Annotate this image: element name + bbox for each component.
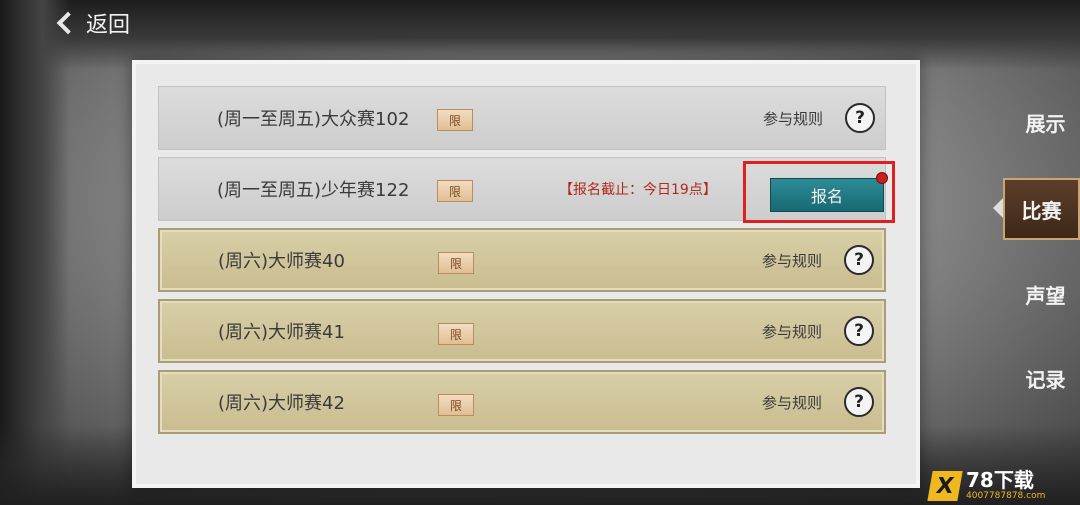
limit-badge: 限 — [437, 109, 473, 131]
competition-list-panel: (周一至周五)大众赛102 限 参与规则 ? (周一至周五)少年赛122 限 【… — [136, 64, 916, 484]
signup-deadline: 【报名截止：今日19点】 — [559, 182, 717, 198]
question-circle-icon[interactable]: ? — [844, 387, 874, 417]
tab-label: 记录 — [1025, 367, 1066, 392]
competition-title: (周六)大师赛40 — [218, 251, 345, 272]
ink-wash-top — [0, 0, 1080, 70]
side-tab-bar: 展示 比赛 声望 记录 — [993, 82, 1080, 442]
tab-showcase[interactable]: 展示 — [1011, 96, 1080, 148]
competition-title: (周一至周五)少年赛122 — [217, 180, 410, 201]
active-tab-arrow-icon — [993, 198, 1003, 218]
watermark-logo-icon: X — [927, 470, 963, 501]
competition-row: (周六)大师赛41 限 参与规则 ? — [158, 299, 886, 363]
tab-label: 展示 — [1025, 111, 1066, 136]
competition-row: (周一至周五)大众赛102 限 参与规则 ? — [158, 86, 886, 150]
question-circle-icon[interactable]: ? — [844, 316, 874, 346]
rules-link[interactable]: 参与规则 — [763, 108, 823, 129]
site-watermark: X 78下载 4007787878.com — [927, 466, 1080, 505]
competition-title: (周一至周五)大众赛102 — [217, 109, 410, 130]
signup-button[interactable]: 报名 — [770, 178, 884, 212]
signup-highlight: 报名 — [743, 161, 895, 223]
limit-badge: 限 — [438, 394, 474, 416]
rules-link[interactable]: 参与规则 — [762, 392, 822, 413]
tab-records[interactable]: 记录 — [1011, 352, 1080, 404]
red-dot-icon — [876, 172, 888, 184]
competition-row: (周六)大师赛40 限 参与规则 ? — [158, 228, 886, 292]
back-button[interactable]: 返回 — [56, 6, 131, 40]
limit-badge: 限 — [438, 252, 474, 274]
watermark-subtitle: 4007787878.com — [966, 490, 1046, 501]
competition-title: (周六)大师赛41 — [218, 322, 345, 343]
limit-badge: 限 — [437, 180, 473, 202]
watermark-title: 78下载 — [966, 467, 1034, 492]
rules-link[interactable]: 参与规则 — [762, 321, 822, 342]
tab-reputation[interactable]: 声望 — [1011, 268, 1080, 320]
limit-badge: 限 — [438, 323, 474, 345]
competition-title: (周六)大师赛42 — [218, 393, 345, 414]
question-circle-icon[interactable]: ? — [844, 245, 874, 275]
watermark-text: 78下载 4007787878.com — [966, 470, 1045, 502]
tab-competition[interactable]: 比赛 — [993, 178, 1080, 240]
tab-label: 声望 — [1025, 283, 1066, 308]
competition-row: (周六)大师赛42 限 参与规则 ? — [158, 370, 886, 434]
tab-label: 比赛 — [1021, 198, 1062, 223]
back-label: 返回 — [86, 13, 131, 38]
chevron-left-icon — [56, 11, 80, 35]
rules-link[interactable]: 参与规则 — [762, 250, 822, 271]
question-circle-icon[interactable]: ? — [845, 103, 875, 133]
competition-row: (周一至周五)少年赛122 限 【报名截止：今日19点】 报名 — [158, 157, 895, 223]
